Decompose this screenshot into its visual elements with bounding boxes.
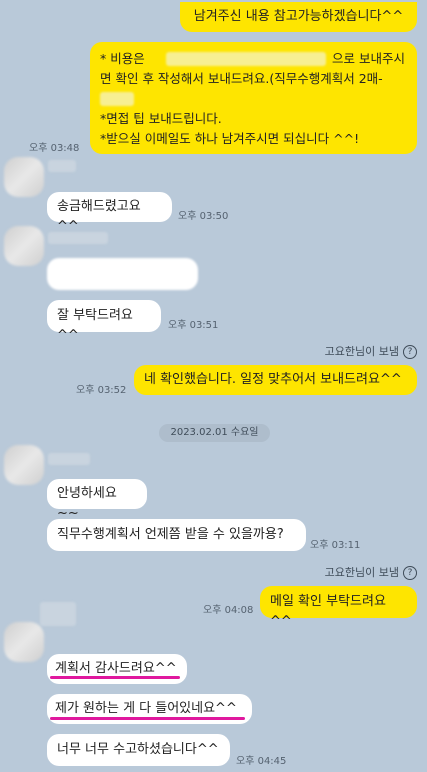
message-text: *받으실 이메일도 하나 남겨주시면 되십니다 ^^! <box>100 131 360 146</box>
timestamp: 오후 03:11 <box>310 540 361 551</box>
avatar[interactable] <box>4 226 44 266</box>
incoming-message[interactable]: 잘 부탁드려요^^ <box>47 300 161 343</box>
timestamp: 오후 04:45 <box>236 756 287 767</box>
message-text: 직무수행계획서 언제쯤 받을 수 있을까용? <box>57 527 284 542</box>
sender-name <box>40 602 76 626</box>
message-text: 메일 확인 부탁드려요^^ <box>270 594 386 629</box>
outgoing-message[interactable]: 남겨주신 내용 참고가능하겠습니다^^ <box>180 2 417 32</box>
outgoing-message[interactable]: 네 확인했습니다. 일정 맞추어서 보내드려요^^ <box>134 365 417 395</box>
sender-name <box>48 160 76 172</box>
redacted-block <box>100 92 134 106</box>
date-separator: 2023.02.01 수요일 <box>159 424 270 442</box>
outgoing-message[interactable]: * 비용은 으로 보내주시 면 확인 후 작성해서 보내드려요.(직무수행계획서… <box>90 42 417 154</box>
incoming-message[interactable]: 계획서 감사드려요^^ <box>47 654 187 684</box>
message-text: 으로 보내주시 <box>332 51 405 66</box>
message-text: *면접 팁 보내드립니다. <box>100 111 222 126</box>
help-icon[interactable]: ? <box>403 345 417 359</box>
timestamp: 오후 04:08 <box>203 605 254 616</box>
message-text: 제가 원하는 게 다 들어있네요^^ <box>55 701 237 716</box>
message-text: 너무 너무 수고하셨습니다^^ <box>57 742 219 757</box>
incoming-message[interactable]: 직무수행계획서 언제쯤 받을 수 있을까용? <box>47 519 306 551</box>
avatar[interactable] <box>4 445 44 485</box>
highlight-underline <box>50 676 180 679</box>
message-text: 계획서 감사드려요^^ <box>55 661 177 676</box>
message-text: 남겨주신 내용 참고가능하겠습니다^^ <box>193 9 404 24</box>
avatar[interactable] <box>4 157 44 197</box>
incoming-message[interactable]: 송금해드렸고요^^ <box>47 192 172 234</box>
incoming-message[interactable]: 안녕하세요~~ <box>47 479 147 521</box>
redacted-block <box>166 52 326 66</box>
timestamp: 오후 03:52 <box>76 385 127 396</box>
message-text: 잘 부탁드려요^^ <box>57 308 133 343</box>
sender-caption: 고요한님이 보냄? <box>325 564 417 580</box>
sender-name <box>48 232 108 244</box>
incoming-message[interactable] <box>47 258 198 290</box>
message-text: 면 확인 후 작성해서 보내드려요.(직무수행계획서 2매- <box>100 71 383 86</box>
highlight-underline <box>50 717 245 720</box>
help-icon[interactable]: ? <box>403 566 417 580</box>
message-text: 송금해드렸고요^^ <box>57 199 141 234</box>
sender-caption: 고요한님이 보냄? <box>325 343 417 359</box>
message-text: * 비용은 <box>100 51 145 66</box>
message-text: 네 확인했습니다. 일정 맞추어서 보내드려요^^ <box>144 372 402 387</box>
message-text: 안녕하세요~~ <box>57 486 117 521</box>
incoming-message[interactable]: 너무 너무 수고하셨습니다^^ <box>47 734 230 766</box>
timestamp: 오후 03:50 <box>178 211 229 222</box>
sender-name <box>48 453 90 465</box>
timestamp: 오후 03:51 <box>168 320 219 331</box>
outgoing-message[interactable]: 메일 확인 부탁드려요^^ <box>260 586 417 629</box>
avatar[interactable] <box>4 622 44 662</box>
timestamp: 오후 03:48 <box>29 143 80 154</box>
